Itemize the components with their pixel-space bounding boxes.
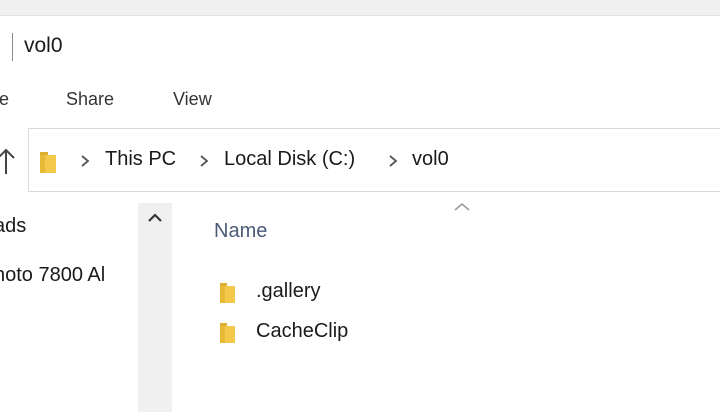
nav-item-photo[interactable]: noto 7800 Al <box>0 264 105 287</box>
nav-item-downloads[interactable]: ads <box>0 215 26 238</box>
column-header-name[interactable]: Name <box>214 220 267 243</box>
sort-caret-icon <box>454 202 470 211</box>
title-separator <box>12 33 13 61</box>
chevron-right-icon[interactable] <box>78 151 92 171</box>
folder-icon <box>220 283 235 303</box>
window-top-strip <box>0 0 720 16</box>
breadcrumb-vol0[interactable]: vol0 <box>412 148 449 171</box>
breadcrumb-local-disk[interactable]: Local Disk (C:) <box>224 148 355 171</box>
folder-icon <box>40 152 56 173</box>
breadcrumb-this-pc[interactable]: This PC <box>105 148 176 171</box>
nav-scrollbar[interactable] <box>138 203 172 412</box>
tab-share[interactable]: Share <box>66 89 114 110</box>
chevron-right-icon[interactable] <box>197 151 211 171</box>
file-name: .gallery <box>256 280 321 302</box>
tab-home[interactable]: me <box>0 89 9 110</box>
chevron-right-icon[interactable] <box>386 151 400 171</box>
window-title: vol0 <box>24 34 63 57</box>
scroll-up-icon[interactable] <box>146 210 164 226</box>
list-item[interactable]: CacheClip <box>214 318 514 348</box>
up-arrow-icon[interactable] <box>0 146 16 176</box>
tab-view[interactable]: View <box>173 89 212 110</box>
list-item[interactable]: .gallery <box>214 278 514 308</box>
folder-icon <box>220 323 235 343</box>
title-bar <box>0 16 720 78</box>
file-name: CacheClip <box>256 320 349 342</box>
